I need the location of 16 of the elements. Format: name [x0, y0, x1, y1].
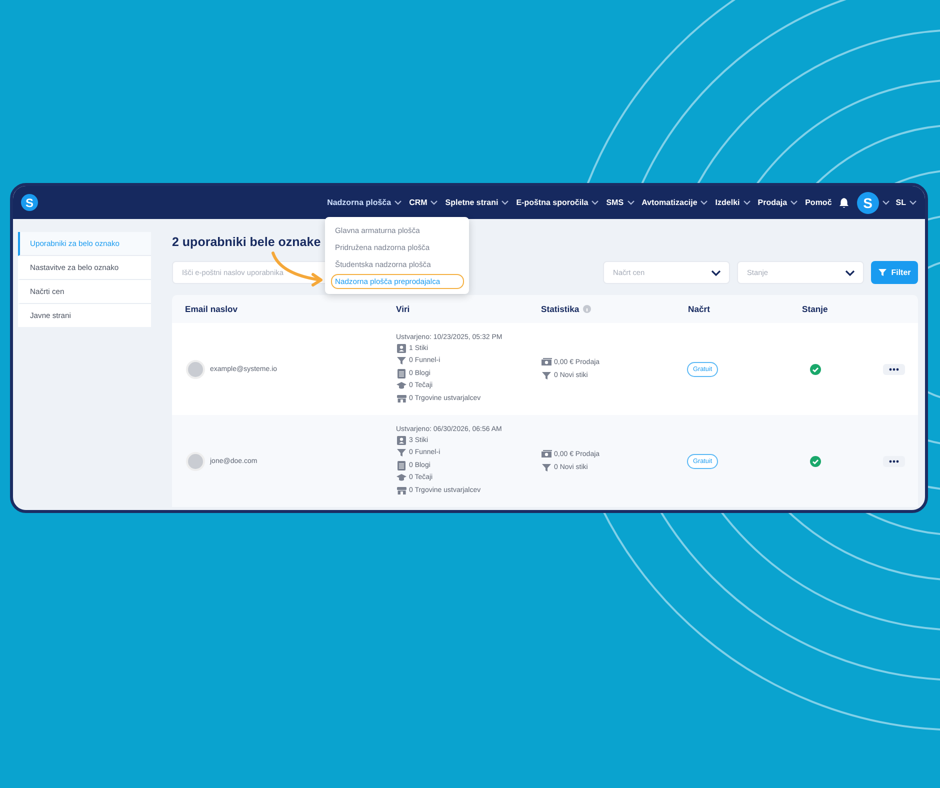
nav-menu-item[interactable]: CRM	[409, 198, 438, 207]
nav-menu-item[interactable]: Izdelki	[715, 198, 751, 207]
nav-menu-item[interactable]: Prodaja	[758, 198, 798, 207]
column-header: Viri	[396, 304, 410, 314]
language-selector[interactable]: SL	[896, 198, 917, 207]
column-header: Email naslov	[185, 304, 238, 314]
column-header: Načrt	[688, 304, 710, 314]
page-title: 2 uporabniki bele oznake	[172, 234, 321, 251]
nav-menu-item[interactable]: Pomoč	[805, 198, 832, 207]
nav-menu-item[interactable]: Nadzorna plošča	[327, 198, 402, 207]
nav-menu-item[interactable]: SMS	[606, 198, 635, 207]
nav-menu-item[interactable]: E-poštna sporočila	[516, 198, 600, 207]
column-header: Statistika	[541, 304, 580, 314]
column-header: Stanje	[802, 304, 828, 314]
nav-menu-item[interactable]: Spletne strani	[445, 198, 510, 207]
nav-menu-item[interactable]: Avtomatizacije	[642, 198, 708, 207]
